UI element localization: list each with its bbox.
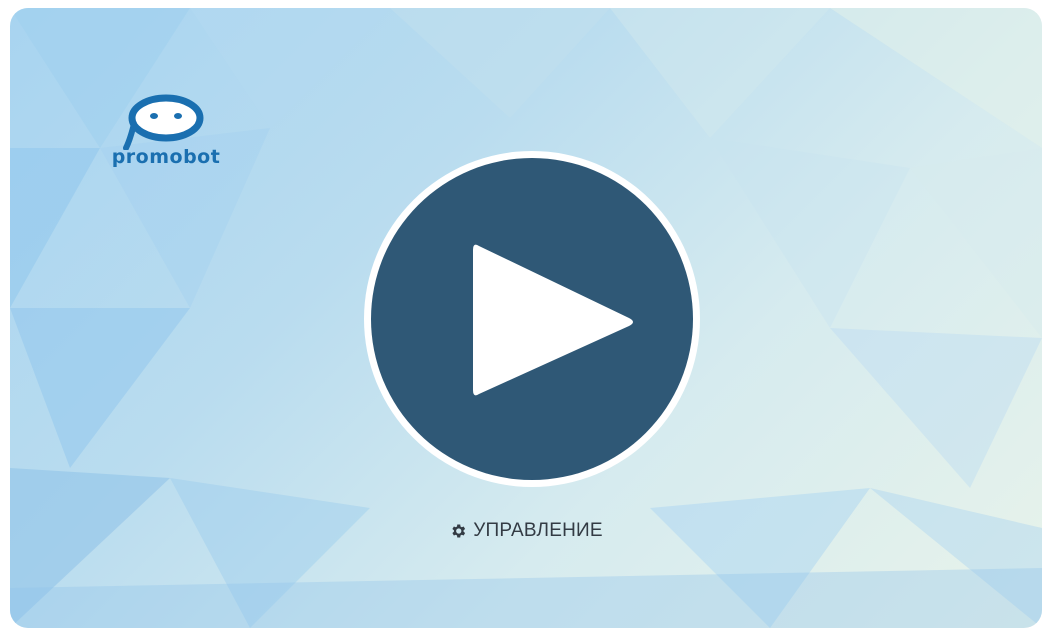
robot-head-icon xyxy=(123,94,204,150)
logo-text: promobot xyxy=(111,146,221,168)
play-icon xyxy=(473,244,633,396)
play-button-disc xyxy=(371,158,693,480)
control-link-content: УПРАВЛЕНИЕ xyxy=(449,520,603,542)
gear-icon xyxy=(452,524,466,538)
control-link[interactable]: УПРАВЛЕНИЕ xyxy=(10,520,1042,545)
control-label: УПРАВЛЕНИЕ xyxy=(473,520,603,541)
promo-screen: promobot УПРАВЛЕНИЕ xyxy=(10,8,1042,628)
play-button[interactable] xyxy=(364,151,700,487)
promobot-logo: promobot xyxy=(86,90,246,180)
